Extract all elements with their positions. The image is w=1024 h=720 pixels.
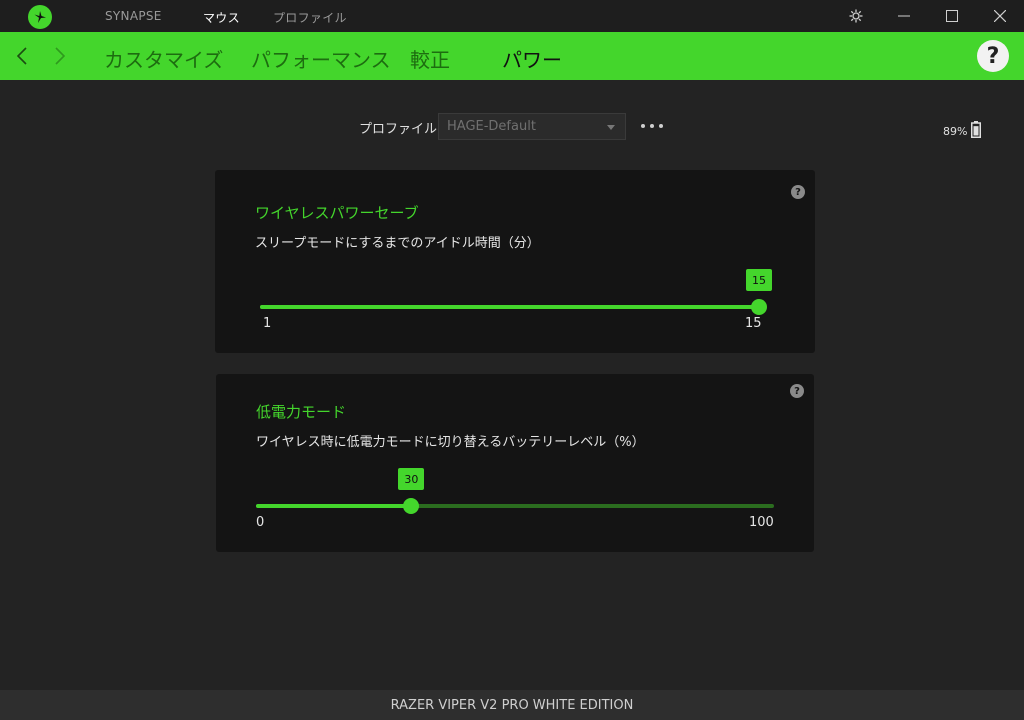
low-power-value-badge: 30	[398, 468, 425, 490]
chevron-down-icon	[607, 125, 615, 130]
profile-label: プロファイル	[359, 122, 438, 137]
tab-calibration[interactable]: 較正	[410, 44, 450, 73]
tab-profile[interactable]: プロファイル	[273, 9, 347, 26]
settings-button[interactable]	[833, 0, 879, 32]
help-icon[interactable]: ?	[790, 384, 804, 398]
tab-synapse[interactable]: SYNAPSE	[105, 9, 162, 23]
power-save-title: ワイヤレスパワーセーブ	[255, 204, 419, 222]
low-power-track[interactable]	[256, 504, 774, 508]
nav-bar: カスタマイズ パフォーマンス 較正 パワー	[0, 32, 1024, 80]
more-options-button[interactable]	[641, 116, 663, 136]
battery-percent: 89%	[943, 125, 968, 138]
power-save-track[interactable]	[260, 305, 759, 309]
tab-mouse[interactable]: マウス	[201, 9, 242, 35]
low-power-max-label: 100	[749, 515, 774, 530]
settings-icon	[849, 9, 863, 23]
help-icon[interactable]: ?	[791, 185, 805, 199]
power-save-value-badge: 15	[746, 269, 772, 291]
power-save-fill	[260, 305, 759, 309]
low-power-card: ? 低電力モード ワイヤレス時に低電力モードに切り替えるバッテリーレベル（%） …	[216, 374, 814, 552]
help-button[interactable]: ?	[977, 40, 1009, 72]
more-dot-icon	[659, 124, 663, 128]
tab-performance[interactable]: パフォーマンス	[251, 44, 391, 73]
low-power-thumb[interactable]	[403, 498, 420, 514]
power-save-max-label: 15	[745, 316, 762, 331]
device-name-footer: RAZER VIPER V2 PRO WHITE EDITION	[0, 690, 1024, 720]
maximize-icon	[946, 10, 958, 22]
maximize-button[interactable]	[929, 0, 975, 32]
low-power-title: 低電力モード	[256, 403, 347, 421]
chevron-left-icon	[17, 47, 27, 65]
power-save-min-label: 1	[263, 316, 272, 331]
minimize-icon	[898, 15, 910, 17]
power-save-card: ? ワイヤレスパワーセーブ スリープモードにするまでのアイドル時間（分） 15 …	[215, 170, 815, 353]
title-bar: SYNAPSE マウス プロファイル	[0, 0, 1024, 35]
forward-button[interactable]	[50, 44, 70, 68]
profile-dropdown[interactable]: HAGE-Default	[438, 113, 626, 140]
close-icon	[994, 10, 1006, 22]
razer-logo-icon[interactable]	[28, 5, 52, 29]
more-dot-icon	[641, 124, 645, 128]
low-power-fill	[256, 504, 412, 508]
close-button[interactable]	[977, 0, 1023, 32]
more-dot-icon	[650, 124, 654, 128]
power-save-description: スリープモードにするまでのアイドル時間（分）	[255, 236, 540, 251]
tab-power[interactable]: パワー	[502, 44, 562, 73]
back-button[interactable]	[12, 44, 32, 68]
chevron-right-icon	[55, 47, 65, 65]
battery-icon	[971, 121, 981, 138]
power-save-thumb[interactable]	[751, 299, 767, 315]
minimize-button[interactable]	[881, 0, 927, 32]
low-power-min-label: 0	[256, 515, 265, 530]
profile-dropdown-value: HAGE-Default	[447, 119, 536, 134]
low-power-description: ワイヤレス時に低電力モードに切り替えるバッテリーレベル（%）	[256, 435, 645, 450]
tab-customize[interactable]: カスタマイズ	[104, 44, 223, 73]
